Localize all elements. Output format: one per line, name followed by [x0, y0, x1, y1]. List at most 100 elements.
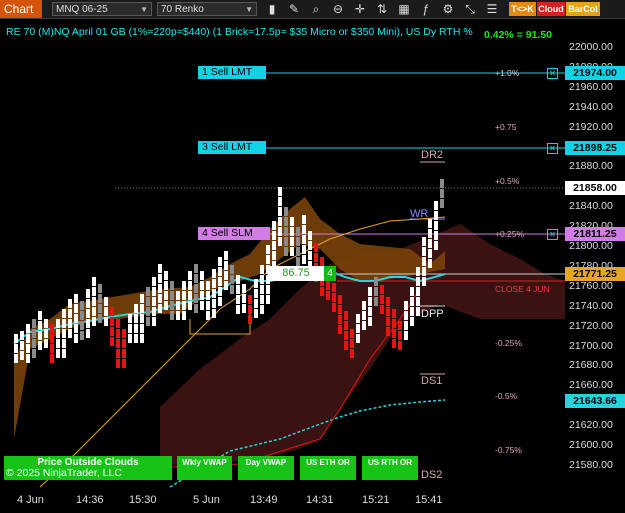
renko-brick [116, 319, 120, 328]
chart-plot-area[interactable]: RE 70 (M)NQ April 01 GB (1%=220p=$440) (… [0, 19, 565, 488]
renko-brick [74, 324, 78, 333]
renko-brick [146, 317, 150, 326]
renko-brick [266, 285, 270, 294]
renko-brick [236, 295, 240, 304]
renko-brick [98, 284, 102, 293]
grid-icon[interactable]: ▦ [396, 1, 412, 17]
renko-brick [434, 241, 438, 250]
renko-brick [404, 301, 408, 310]
time-label: 15:21 [362, 494, 390, 506]
renko-brick [212, 309, 216, 318]
renko-brick [338, 295, 342, 304]
order-sell1-tag[interactable]: 1 Sell LMT [198, 66, 266, 79]
barcolor-button[interactable]: BarCol [566, 2, 600, 16]
time-label: 14:31 [306, 494, 334, 506]
drawing-tools-icon[interactable]: ⤡ [462, 1, 478, 17]
renko-brick [344, 331, 348, 340]
renko-brick [266, 255, 270, 264]
chart-tab[interactable]: Chart [0, 0, 42, 18]
renko-brick [302, 225, 306, 234]
renko-brick [176, 291, 180, 300]
renko-brick [38, 331, 42, 340]
renko-brick [74, 304, 78, 313]
chart-properties-icon[interactable]: ☰ [484, 1, 500, 17]
renko-brick [62, 319, 66, 328]
renko-brick [170, 311, 174, 320]
price-axis-label: 21600.00 [569, 439, 613, 451]
renko-brick [152, 277, 156, 286]
order-sell3-tag[interactable]: 3 Sell LMT [198, 141, 266, 154]
renko-brick [290, 217, 294, 226]
or-range-box [189, 314, 251, 335]
renko-brick [14, 334, 18, 343]
renko-brick [122, 339, 126, 348]
renko-brick [404, 331, 408, 340]
renko-brick [440, 199, 444, 208]
day-vwap-button[interactable]: Day VWAP [238, 456, 294, 480]
renko-brick [284, 227, 288, 236]
renko-brick [86, 309, 90, 318]
time-axis[interactable]: 4 Jun 14:36 15:30 5 Jun 13:49 14:31 15:2… [0, 488, 565, 513]
time-to-kill-button[interactable]: T<>K [509, 2, 536, 16]
renko-brick [158, 284, 162, 293]
renko-brick [356, 334, 360, 343]
renko-brick [158, 264, 162, 273]
renko-brick [284, 207, 288, 216]
renko-brick [398, 331, 402, 340]
zoom-out-icon[interactable]: ⊖ [330, 1, 346, 17]
renko-brick [140, 334, 144, 343]
close-icon[interactable]: ✕ [547, 229, 558, 240]
renko-brick [134, 334, 138, 343]
cloud-price-box: 21771.25 [565, 267, 625, 281]
order-sell4-tag[interactable]: 4 Sell SLM [198, 227, 270, 240]
renko-brick [272, 231, 276, 240]
price-axis[interactable]: 22000.0021980.0021960.0021940.0021920.00… [565, 19, 625, 488]
renko-brick [206, 291, 210, 300]
position-qty-tag[interactable]: 4 [324, 266, 336, 281]
renko-brick [374, 287, 378, 296]
price-axis-label: 21660.00 [569, 379, 613, 392]
close-icon[interactable]: ✕ [547, 68, 558, 79]
bar-chart-icon[interactable]: ▮ [264, 1, 280, 17]
renko-brick [140, 324, 144, 333]
renko-brick [116, 329, 120, 338]
bar-type-selector[interactable]: 70 Renko ▼ [157, 2, 257, 16]
renko-brick [38, 321, 42, 330]
renko-brick [182, 281, 186, 290]
indicators-icon[interactable]: ƒ [418, 1, 434, 17]
wkly-vwap-button[interactable]: Wkly VWAP [177, 456, 232, 480]
renko-brick [32, 349, 36, 358]
pct-plus-025: +0.25% [495, 229, 525, 239]
scroll-icon[interactable]: ⇅ [374, 1, 390, 17]
renko-brick [284, 247, 288, 256]
instrument-selector[interactable]: MNQ 06-25 ▼ [52, 2, 152, 16]
close-icon[interactable]: ✕ [547, 143, 558, 154]
renko-brick [428, 239, 432, 248]
strategy-icon[interactable]: ⚙ [440, 1, 456, 17]
zoom-icon[interactable]: ⌕ [308, 1, 324, 17]
renko-brick [170, 281, 174, 290]
renko-brick [434, 201, 438, 210]
renko-brick [152, 317, 156, 326]
crosshair-icon[interactable]: ✛ [352, 1, 368, 17]
renko-brick [380, 305, 384, 314]
us-eth-or-button[interactable]: US ETH OR [300, 456, 356, 480]
us-rth-or-button[interactable]: US RTH OR [362, 456, 418, 480]
renko-brick [218, 267, 222, 276]
renko-brick [116, 339, 120, 348]
cloud-button[interactable]: Cloud [537, 2, 565, 16]
renko-brick [428, 219, 432, 228]
renko-brick [140, 294, 144, 303]
renko-brick [146, 287, 150, 296]
renko-brick [188, 271, 192, 280]
renko-brick [164, 301, 168, 310]
renko-brick [236, 285, 240, 294]
price-axis-label: 21880.00 [569, 160, 613, 173]
renko-brick [134, 324, 138, 333]
renko-brick [62, 349, 66, 358]
renko-brick [230, 265, 234, 274]
position-price-tag[interactable]: 86.75 [268, 266, 324, 281]
ds2-label: DS2 [421, 469, 443, 481]
pencil-icon[interactable]: ✎ [286, 1, 302, 17]
renko-brick [260, 265, 264, 274]
